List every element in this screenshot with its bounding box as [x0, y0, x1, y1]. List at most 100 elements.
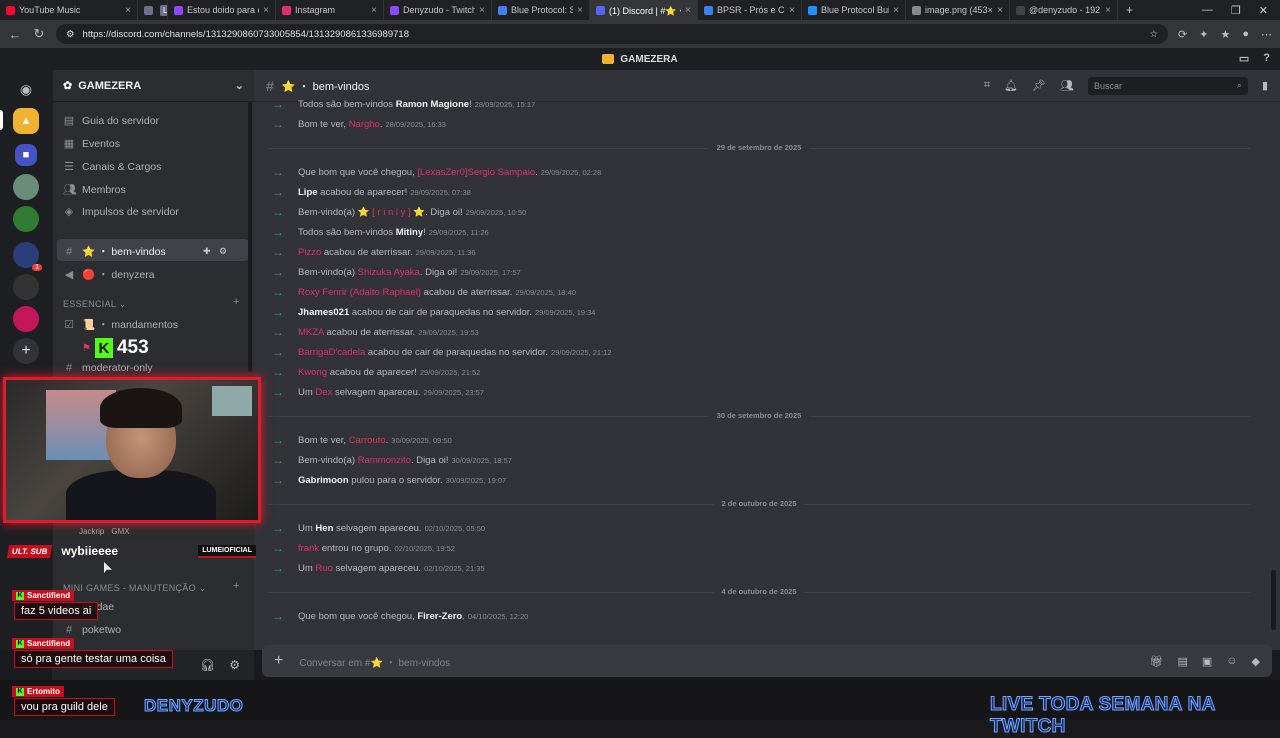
- add-channel-icon[interactable]: +: [233, 580, 239, 592]
- minimize-icon[interactable]: —: [1202, 4, 1213, 17]
- message-composer[interactable]: + Conversar em #⭐ ・ bem-vindos 🎁︎ ▤ ▣ ☺ …: [262, 645, 1272, 677]
- browser-tab[interactable]: Blue Protocol Build ×: [802, 0, 906, 20]
- new-tab-icon[interactable]: +: [1118, 3, 1141, 17]
- discord-home-icon[interactable]: ◉: [13, 76, 39, 102]
- bell-icon[interactable]: 🔔︎: [1004, 79, 1018, 92]
- browser-tab[interactable]: Denyzudo - Twitch ×: [384, 0, 492, 20]
- message-username[interactable]: [ r i n l y ]: [372, 207, 411, 218]
- gear-icon[interactable]: ⚙: [219, 246, 227, 257]
- message-username[interactable]: Lipe: [298, 187, 318, 198]
- menu-icon[interactable]: ⋯: [1261, 28, 1272, 41]
- chevron-down-icon[interactable]: ⌄: [235, 79, 244, 92]
- category-essencial[interactable]: ESSENCIAL ⌄: [63, 299, 127, 310]
- browser-tab[interactable]: image.png (453×6 ×: [906, 0, 1010, 20]
- add-server-icon[interactable]: +: [13, 338, 39, 364]
- voice-user[interactable]: Jackrip GMX: [63, 527, 130, 536]
- url-field[interactable]: ⚙ https://discord.com/channels/131329086…: [56, 24, 1169, 44]
- emoji-icon[interactable]: ☺: [1226, 655, 1237, 668]
- tab-close-icon[interactable]: ×: [479, 5, 485, 16]
- message-username[interactable]: Mitiny: [396, 227, 423, 238]
- message-username[interactable]: Carrouto: [349, 435, 386, 446]
- server-icon-6[interactable]: [13, 306, 39, 332]
- settings-gear-icon[interactable]: ⚙: [229, 658, 240, 672]
- message-username[interactable]: [LexasZer0]Sergio Sampaio: [417, 167, 535, 178]
- server-header[interactable]: ✿ GAMEZERA ⌄: [53, 70, 254, 102]
- message-username[interactable]: Nargho: [349, 119, 380, 130]
- pin-icon[interactable]: 📌︎: [1032, 79, 1046, 92]
- add-attachment-icon[interactable]: +: [274, 652, 283, 670]
- message-username[interactable]: Jhames021: [298, 307, 349, 318]
- channel-moderator-only[interactable]: # moderator-only: [63, 362, 153, 374]
- sidebar-item[interactable]: ☰ Canais & Cargos: [63, 160, 161, 174]
- message-username[interactable]: Pizzo: [298, 247, 321, 258]
- message-username[interactable]: Kwong: [298, 367, 327, 378]
- sidebar-item[interactable]: ◈ Impulsos de servidor: [63, 205, 179, 219]
- message-username[interactable]: Firer-Zero: [417, 611, 462, 622]
- server-icon-folder[interactable]: ■: [15, 144, 37, 166]
- browser-tab[interactable]: Estou doido para c ×: [168, 0, 276, 20]
- site-info-icon[interactable]: ⚙: [66, 29, 75, 40]
- puzzle-icon[interactable]: ✦: [1199, 28, 1208, 41]
- headphones-icon[interactable]: 🎧︎: [200, 658, 215, 672]
- message-username[interactable]: Dex: [315, 387, 332, 398]
- sidebar-item[interactable]: ▤ Guia do servidor: [63, 114, 159, 128]
- tab-close-icon[interactable]: ×: [997, 5, 1003, 16]
- message-username[interactable]: Hen: [315, 523, 333, 534]
- channel-mandamentos[interactable]: ☑ 📜 ・ mandamentos: [63, 317, 178, 332]
- members-icon[interactable]: 👥︎: [1060, 79, 1074, 92]
- browser-tab[interactable]: YouTube Music ×: [0, 0, 138, 20]
- category-minigames[interactable]: MINI GAMES - MANUTENÇÃO ⌄: [63, 583, 207, 594]
- sidebar-item[interactable]: ▦ Eventos: [63, 137, 120, 151]
- server-icon-4[interactable]: 1: [13, 242, 42, 271]
- message-username[interactable]: Gabrimoon: [298, 475, 349, 486]
- favorites-icon[interactable]: ★: [1220, 28, 1230, 41]
- threads-icon[interactable]: ⌗: [984, 79, 990, 92]
- server-icon-gamezera[interactable]: ▲: [13, 108, 39, 134]
- search-input[interactable]: Buscar ⌕: [1087, 76, 1248, 95]
- back-icon[interactable]: ←: [8, 27, 22, 42]
- sticker-icon[interactable]: ▣: [1202, 655, 1212, 668]
- message-username[interactable]: BarrigaD'cadela: [298, 347, 365, 358]
- reload-icon[interactable]: ↻: [32, 26, 46, 42]
- message-username[interactable]: Shizuka Ayaka: [358, 267, 420, 278]
- inbox-icon[interactable]: ▭: [1239, 52, 1249, 65]
- gift-icon[interactable]: 🎁︎: [1150, 655, 1164, 668]
- browser-tab[interactable]: Blue Protocol: Star ×: [492, 0, 590, 20]
- server-icon-3[interactable]: [13, 206, 39, 232]
- bookmark-star-icon[interactable]: ☆: [1150, 29, 1159, 40]
- tab-close-icon[interactable]: ×: [263, 5, 269, 16]
- tab-close-icon[interactable]: ×: [125, 5, 131, 16]
- tab-close-icon[interactable]: ×: [371, 5, 377, 16]
- maximize-icon[interactable]: ❐: [1231, 4, 1241, 17]
- apps-icon[interactable]: ◆: [1252, 655, 1260, 668]
- browser-tab[interactable]: Instagram ×: [276, 0, 384, 20]
- message-username[interactable]: Ruo: [315, 563, 332, 574]
- tab-close-icon[interactable]: ×: [893, 5, 899, 16]
- browser-tab[interactable]: LIVE: [138, 0, 168, 20]
- message-username[interactable]: Ramon Magione: [396, 99, 469, 110]
- channel-bem-vindos[interactable]: # ⭐ ・ bem-vindos ✚ ⚙: [63, 244, 227, 259]
- message-username[interactable]: MKZA: [298, 327, 324, 338]
- gif-icon[interactable]: ▤: [1177, 655, 1187, 668]
- channel-denyzera[interactable]: ◀ 🔴 ・ denyzera: [63, 267, 155, 282]
- chat-scrollbar[interactable]: [1271, 570, 1276, 630]
- tab-close-icon[interactable]: ×: [789, 5, 795, 16]
- browser-tab[interactable]: BPSR - Prós e Con ×: [698, 0, 802, 20]
- message-username[interactable]: frank: [298, 543, 319, 554]
- tab-close-icon[interactable]: ×: [1105, 5, 1111, 16]
- invite-icon[interactable]: ✚: [203, 246, 211, 257]
- server-icon-5[interactable]: [13, 274, 39, 300]
- sidebar-item[interactable]: 👥︎ Membros: [63, 183, 126, 197]
- sidebar-scrollbar[interactable]: [248, 102, 252, 372]
- close-icon[interactable]: ✕: [1259, 4, 1268, 17]
- help-icon[interactable]: ?: [1263, 52, 1270, 65]
- tab-close-icon[interactable]: ×: [685, 5, 691, 16]
- channel-poketwo[interactable]: # poketwo: [63, 624, 121, 636]
- message-username[interactable]: Rammonzito: [358, 455, 411, 466]
- extension-icon[interactable]: ⟳: [1178, 28, 1187, 41]
- inbox-icon[interactable]: ▮: [1262, 79, 1268, 92]
- server-icon-2[interactable]: [13, 174, 39, 200]
- browser-tab[interactable]: @denyzudo - 192 ×: [1010, 0, 1118, 20]
- tab-close-icon[interactable]: ×: [577, 5, 583, 16]
- browser-tab[interactable]: (1) Discord | #⭐・ ×: [590, 0, 698, 20]
